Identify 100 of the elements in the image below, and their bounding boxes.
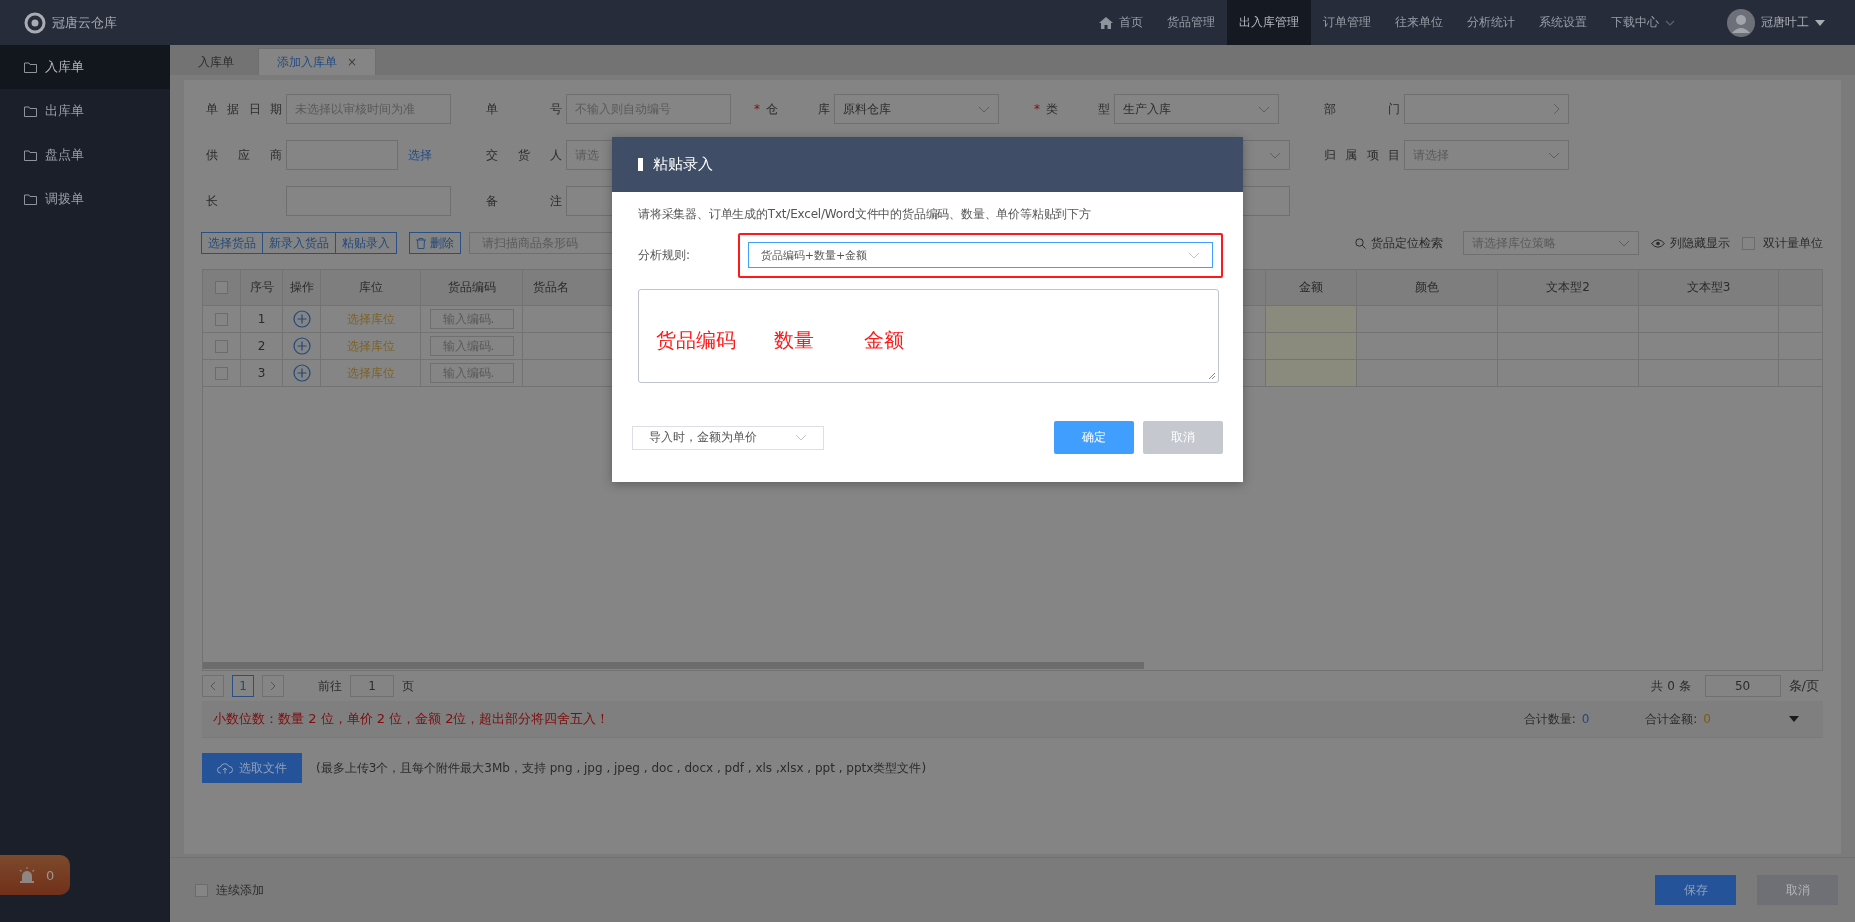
column-header: 文本型2 [1498, 270, 1639, 305]
chevron-down-icon [795, 434, 807, 441]
page-size-unit: 条/页 [1788, 677, 1819, 695]
select-all-checkbox[interactable] [215, 281, 228, 294]
page-tab[interactable]: 入库单 [180, 49, 252, 75]
column-header: 操作 [283, 270, 321, 305]
column-header: 金额 [1266, 270, 1357, 305]
row-checkbox[interactable] [215, 366, 228, 380]
chevron-down-icon [1269, 151, 1281, 159]
toolbar-button[interactable]: 选择货品 [201, 232, 263, 254]
locate-link[interactable]: 货品定位检索 [1355, 234, 1443, 252]
user-menu[interactable]: 冠唐叶工 [1687, 8, 1855, 37]
nav-tab[interactable]: 下载中心 [1599, 0, 1687, 45]
location-link[interactable]: 选择库位 [346, 364, 395, 382]
input-field[interactable]: 生产入库 [1114, 94, 1279, 124]
page-number[interactable]: 1 [232, 675, 254, 697]
pasted-text: 数量 [774, 326, 814, 354]
field-label: 供应商 [206, 146, 283, 164]
home-icon [1099, 16, 1113, 29]
chevron-down-icon [978, 105, 990, 113]
delete-button[interactable]: 删除 [409, 232, 461, 254]
continue-add-checkbox[interactable]: 连续添加 [195, 881, 264, 899]
field-label: 交货人 [486, 146, 563, 164]
location-link[interactable]: 选择库位 [346, 337, 395, 355]
chevron-right-icon [1553, 103, 1560, 115]
caret-icon [1815, 19, 1825, 26]
app-title: 冠唐云仓库 [52, 13, 117, 32]
goto-label: 前往 [318, 677, 342, 695]
next-page-button[interactable] [262, 675, 284, 697]
avatar-icon [1727, 8, 1755, 37]
search-icon [1355, 237, 1366, 249]
prev-page-button[interactable] [202, 675, 224, 697]
field-label: 单号 [486, 100, 563, 118]
resize-grip-icon[interactable] [1208, 372, 1216, 380]
input-field[interactable] [1404, 94, 1569, 124]
rule-select[interactable]: 货品编码+数量+金额 [747, 242, 1213, 268]
field-label: 部门 [1324, 100, 1401, 118]
location-link[interactable]: 选择库位 [346, 310, 395, 328]
column-toggle-link[interactable]: 列隐藏显示 [1651, 234, 1730, 252]
select-link[interactable]: 选择 [408, 146, 432, 164]
dual-unit-checkbox[interactable]: 双计量单位 [1742, 234, 1823, 252]
add-row-icon[interactable] [292, 310, 311, 328]
table-cell: 3 [241, 360, 283, 386]
upload-hint: (最多上传3个，且每个附件最大3Mb，支持 png , jpg , jpeg , doc , docx , pdf , xls ,xlsx , ppt , pptx类型文件) [316, 759, 927, 777]
total-count: 共 0 条 [1651, 677, 1691, 695]
input-field[interactable]: 原料仓库 [834, 94, 999, 124]
toolbar-button[interactable]: 粘贴录入 [335, 232, 397, 254]
page-size-input[interactable]: 50 [1704, 675, 1781, 697]
nav-tab[interactable]: 出入库管理 [1227, 0, 1311, 45]
confirm-button[interactable]: 确定 [1054, 421, 1134, 454]
nav-tab[interactable]: 系统设置 [1527, 0, 1599, 45]
title-bar-icon [638, 158, 643, 171]
page-unit: 页 [402, 677, 414, 695]
sidebar-item[interactable]: 调拨单 [0, 177, 170, 221]
trash-icon [416, 237, 426, 249]
caret-icon[interactable] [1789, 716, 1799, 722]
total-value: 0 [1581, 712, 1590, 726]
alert-badge[interactable]: 0 [0, 855, 70, 895]
alarm-icon [18, 867, 36, 883]
scrollbar-thumb[interactable] [203, 662, 1144, 669]
field-label: 备注 [486, 192, 563, 210]
column-header: 颜色 [1357, 270, 1498, 305]
sidebar-item[interactable]: 盘点单 [0, 133, 170, 177]
nav-tab[interactable]: 分析统计 [1455, 0, 1527, 45]
cancel-button[interactable]: 取消 [1757, 875, 1838, 905]
chevron-left-icon [210, 681, 216, 691]
sidebar-item[interactable]: 出库单 [0, 89, 170, 133]
row-checkbox[interactable] [215, 339, 228, 353]
nav-tab[interactable]: 首页 [1087, 0, 1155, 45]
column-header: 货品编码 [421, 270, 523, 305]
logo-icon [24, 11, 46, 34]
row-checkbox[interactable] [215, 312, 228, 326]
total-label: 合计数量: [1523, 710, 1576, 728]
folder-icon [24, 105, 37, 117]
column-header: 文本型3 [1639, 270, 1779, 305]
paste-textarea[interactable]: 货品编码 数量 金额 [638, 289, 1219, 383]
total-value: 0 [1703, 712, 1711, 726]
field-label: 长 [206, 192, 219, 210]
page-tab[interactable]: 添加入库单 × [258, 48, 377, 75]
upload-button[interactable]: 选取文件 [202, 753, 302, 783]
column-header: 序号 [241, 270, 283, 305]
nav-tab[interactable]: 货品管理 [1155, 0, 1227, 45]
toolbar-button[interactable]: 新录入货品 [262, 232, 336, 254]
import-option-select[interactable]: 导入时，金额为单价 [632, 425, 824, 450]
column-header: 库位 [321, 270, 421, 305]
total-label: 合计金额: [1645, 710, 1698, 728]
folder-icon [24, 149, 37, 161]
nav-tab[interactable]: 订单管理 [1311, 0, 1383, 45]
instruction-text: 请将采集器、订单生成的Txt/Excel/Word文件中的货品编码、数量、单价等粘贴到下方 [638, 206, 1092, 223]
chevron-right-icon [270, 681, 276, 691]
chevron-down-icon [1258, 105, 1270, 113]
page-input[interactable]: 1 [350, 675, 394, 697]
chevron-down-icon [1618, 239, 1630, 247]
nav-tab[interactable]: 往来单位 [1383, 0, 1455, 45]
sidebar-item[interactable]: 入库单 [0, 45, 170, 89]
add-row-icon[interactable] [292, 337, 311, 355]
save-button[interactable]: 保存 [1655, 875, 1736, 905]
add-row-icon[interactable] [292, 364, 311, 382]
chevron-down-icon [1548, 151, 1560, 159]
eye-icon [1651, 238, 1665, 248]
